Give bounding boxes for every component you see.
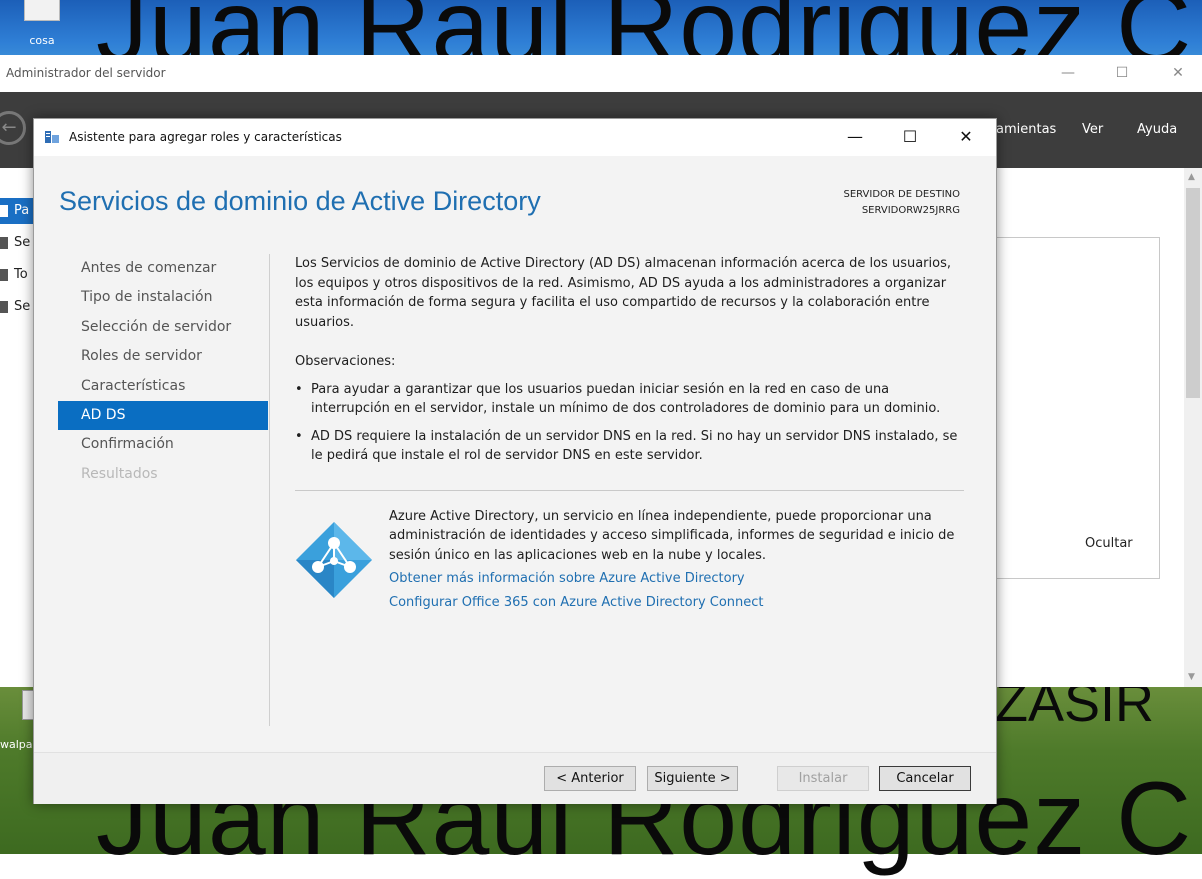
sidebar-item-label: Se [14,299,31,314]
observations-title: Observaciones: [295,354,396,369]
minimize-button[interactable]: — [835,124,875,150]
close-button[interactable]: ✕ [946,124,986,150]
azure-text: Azure Active Directory, un servicio en l… [389,508,955,563]
step-before-you-begin[interactable]: Antes de comenzar [58,254,268,283]
desktop-icon-label: walpap [0,738,40,751]
intro-text: Los Servicios de dominio de Active Direc… [295,256,951,330]
scroll-down-icon[interactable]: ▼ [1188,672,1195,682]
azure-description: Azure Active Directory, un servicio en l… [389,507,959,613]
sidebar-item-local-server[interactable]: Se [0,230,34,256]
sidebar-item-all-servers[interactable]: To [0,262,34,288]
back-arrow-icon[interactable]: ← [0,111,26,145]
observation-item: • AD DS requiere la instalación de un se… [295,427,970,466]
server-manager-app-icon [45,131,59,143]
wizard-body: Servicios de dominio de Active Directory… [34,156,996,752]
bullet-icon: • [295,428,303,444]
observation-item: • Para ayudar a garantizar que los usuar… [295,380,970,419]
desktop-icon-walpap[interactable]: walpap [0,690,40,760]
maximize-button[interactable]: ☐ [890,124,930,150]
wizard-steps-nav: Antes de comenzar Tipo de instalación Se… [58,254,268,489]
sidebar-item-label: To [14,267,28,282]
sidebar-item-label: Pa [14,203,30,218]
server-manager-sidebar: Pa Se To Se [0,168,34,687]
desktop-icon-label: cosa [29,34,55,47]
observation-text: AD DS requiere la instalación de un serv… [311,428,958,464]
destination-label: SERVIDOR DE DESTINO [843,189,960,200]
step-ad-ds[interactable]: AD DS [58,400,268,431]
step-features[interactable]: Características [58,372,268,401]
hide-link[interactable]: Ocultar [1085,536,1133,551]
wizard-footer: < Anterior Siguiente > Instalar Cancelar [34,752,996,804]
maximize-button[interactable]: ☐ [1108,61,1136,85]
step-results: Resultados [81,465,158,482]
desktop-icon-cosa[interactable]: cosa [18,0,66,54]
scroll-up-icon[interactable]: ▲ [1188,172,1195,182]
cancel-button[interactable]: Cancelar [879,766,971,791]
sidebar-item-label: Se [14,235,31,250]
welcome-tile [994,237,1160,579]
destination-server-name: SERVIDORW25JRRG [861,205,960,216]
page-title: Servicios de dominio de Active Directory [59,186,541,216]
previous-button[interactable]: < Anterior [544,766,636,791]
vertical-scrollbar[interactable]: ▲ ▼ [1184,168,1202,687]
observation-text: Para ayudar a garantizar que los usuario… [311,381,941,417]
azure-ad-section: Azure Active Directory, un servicio en l… [295,491,970,621]
configure-office365-link[interactable]: Configurar Office 365 con Azure Active D… [389,593,959,613]
close-button[interactable]: ✕ [1164,61,1192,85]
vertical-divider [269,254,270,726]
server-manager-titlebar: Administrador del servidor — ☐ ✕ [0,55,1202,92]
window-title: Administrador del servidor [6,66,166,80]
install-button[interactable]: Instalar [777,766,869,791]
server-icon [0,236,8,249]
step-server-roles[interactable]: Roles de servidor [58,342,268,371]
step-server-selection[interactable]: Selección de servidor [58,313,268,342]
learn-more-azure-link[interactable]: Obtener más información sobre Azure Acti… [389,569,959,589]
next-button[interactable]: Siguiente > [647,766,738,791]
wizard-title: Asistente para agregar roles y caracterí… [69,130,342,144]
menu-view[interactable]: Ver [1082,122,1103,137]
sidebar-item-panel[interactable]: Pa [0,198,34,224]
services-icon [0,300,8,313]
sidebar-item-services[interactable]: Se [0,294,34,320]
document-icon [24,0,60,21]
menu-tools[interactable]: amientas [996,122,1056,137]
bullet-icon: • [295,381,303,397]
destination-server-info: SERVIDOR DE DESTINO SERVIDORW25JRRG [843,187,960,219]
azure-active-directory-icon [296,521,372,598]
scrollbar-thumb[interactable] [1186,188,1200,398]
add-roles-wizard-dialog: Asistente para agregar roles y caracterí… [33,118,997,804]
step-confirmation[interactable]: Confirmación [58,430,268,459]
wizard-titlebar: Asistente para agregar roles y caracterí… [34,119,996,156]
dashboard-icon [0,204,8,217]
menu-help[interactable]: Ayuda [1137,122,1177,137]
servers-icon [0,268,8,281]
minimize-button[interactable]: — [1054,61,1082,85]
step-installation-type[interactable]: Tipo de instalación [58,283,268,312]
wizard-content: Los Servicios de dominio de Active Direc… [295,254,970,621]
